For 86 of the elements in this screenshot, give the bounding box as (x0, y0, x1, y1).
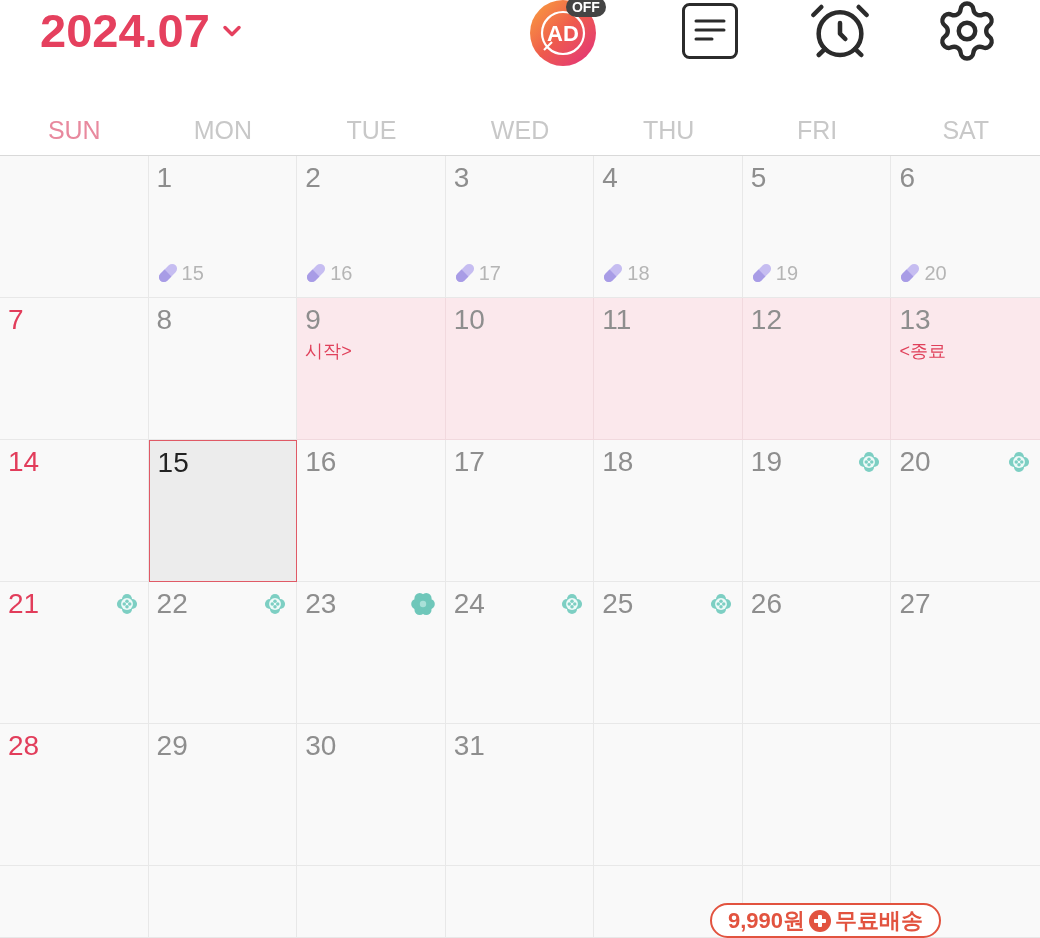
flower-icon (410, 592, 435, 616)
ad-status-badge: OFF (565, 0, 606, 17)
month-picker[interactable]: 2024.07 (40, 5, 246, 57)
day-cell[interactable]: 31 (445, 724, 595, 866)
pill-count: 18 (627, 261, 650, 285)
day-number: 13 (899, 304, 931, 336)
day-number: 8 (156, 304, 173, 336)
ring-flower-icon (709, 593, 732, 615)
promo-price: 9,990원 (728, 907, 806, 934)
day-cell[interactable]: 23 (297, 582, 446, 724)
day-cell[interactable]: 6 20 (891, 156, 1040, 298)
day-number: 28 (8, 730, 40, 762)
day-number: 31 (453, 730, 485, 762)
pill-count: 20 (924, 261, 947, 285)
day-cell[interactable]: 10 (445, 298, 595, 440)
pill-count: 17 (478, 261, 501, 285)
day-cell[interactable]: 17 (445, 440, 595, 582)
day-number: 6 (899, 162, 915, 194)
day-cell[interactable]: 15 (148, 440, 298, 582)
ring-flower-icon (115, 593, 138, 615)
day-number: 20 (899, 446, 931, 478)
day-number: 5 (750, 162, 767, 194)
day-cell[interactable]: 18 (594, 440, 743, 582)
day-cell[interactable]: 22 (148, 582, 298, 724)
weekday-label: SUN (47, 115, 101, 145)
day-cell[interactable]: 21 (0, 582, 149, 724)
day-cell[interactable]: 12 (742, 298, 892, 440)
day-cell[interactable]: 26 (742, 582, 892, 724)
document-list-icon[interactable] (681, 3, 738, 59)
day-number: 25 (602, 588, 634, 620)
day-cell[interactable]: 8 (148, 298, 298, 440)
day-number: 24 (453, 588, 485, 620)
day-number: 17 (453, 446, 485, 478)
day-cell[interactable]: 7 (0, 298, 149, 440)
pill-count: 16 (330, 261, 353, 285)
day-number: 21 (8, 588, 40, 620)
day-number: 1 (156, 162, 173, 194)
day-cell[interactable]: 24 (445, 582, 595, 724)
day-number: 18 (602, 446, 634, 478)
day-number: 26 (750, 588, 782, 620)
day-cell[interactable]: 30 (297, 724, 446, 866)
day-number: 16 (305, 446, 337, 478)
day-cell[interactable]: 20 (891, 440, 1040, 582)
day-number: 4 (602, 162, 618, 194)
plus-circle-icon (809, 909, 832, 932)
ring-flower-icon (561, 593, 584, 615)
day-number: 2 (305, 162, 321, 194)
day-cell[interactable]: 16 (297, 440, 446, 582)
day-number: 9 (305, 304, 321, 336)
period-note: <종료 (898, 340, 946, 362)
day-cell[interactable]: 27 (891, 582, 1040, 724)
day-cell[interactable]: 14 (0, 440, 149, 582)
promo-label: 무료배송 (835, 907, 924, 934)
day-cell[interactable]: 1 15 (148, 156, 298, 298)
day-number: 14 (8, 446, 40, 478)
day-number: 27 (899, 588, 931, 620)
day-number: 10 (453, 304, 485, 336)
day-cell[interactable]: 13 <종료 (891, 298, 1040, 440)
day-cell[interactable]: 25 (594, 582, 743, 724)
day-cell[interactable]: 4 18 (594, 156, 743, 298)
day-number: 12 (750, 304, 782, 336)
day-cell[interactable]: 11 (594, 298, 743, 440)
pill-count: 15 (181, 261, 204, 285)
period-note: 시작> (304, 340, 352, 362)
day-number: 15 (157, 447, 189, 479)
day-cell[interactable]: 29 (148, 724, 298, 866)
ring-flower-icon (1008, 451, 1030, 473)
ring-flower-icon (264, 593, 287, 615)
day-number: 30 (305, 730, 337, 762)
promo-banner[interactable]: 9,990원 무료배송 (710, 903, 942, 938)
day-number: 3 (453, 162, 470, 194)
day-number: 23 (305, 588, 337, 620)
day-number: 11 (602, 304, 632, 336)
pill-count: 19 (775, 261, 799, 285)
day-cell[interactable]: 5 19 (742, 156, 892, 298)
ring-slash-icon (539, 10, 586, 56)
day-number: 29 (156, 730, 188, 762)
ring-flower-icon (858, 451, 881, 473)
day-cell[interactable]: 2 16 (297, 156, 446, 298)
day-cell[interactable]: 3 17 (445, 156, 595, 298)
day-cell[interactable]: 9 시작> (297, 298, 446, 440)
day-number: 7 (8, 304, 24, 336)
day-number: 19 (750, 446, 782, 478)
day-cell[interactable]: 19 (742, 440, 892, 582)
day-cell[interactable]: 28 (0, 724, 149, 866)
day-number: 22 (156, 588, 188, 620)
